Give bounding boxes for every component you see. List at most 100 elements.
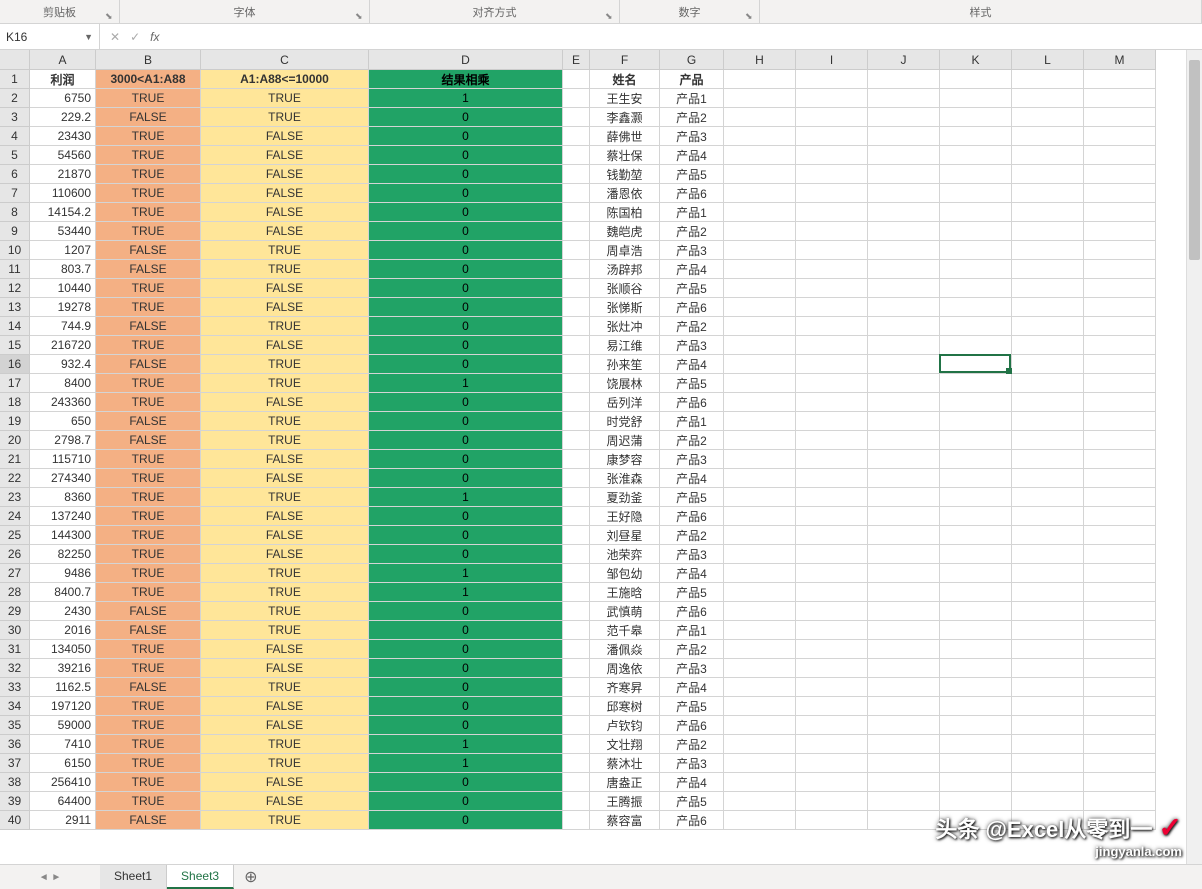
- cell[interactable]: TRUE: [201, 317, 369, 336]
- col-header-H[interactable]: H: [724, 50, 796, 70]
- cell[interactable]: TRUE: [201, 811, 369, 830]
- cell[interactable]: [563, 203, 590, 222]
- cell[interactable]: [1084, 621, 1156, 640]
- row-header-6[interactable]: 6: [0, 165, 30, 184]
- cell[interactable]: 产品6: [660, 811, 724, 830]
- cell[interactable]: [796, 279, 868, 298]
- cell[interactable]: [796, 260, 868, 279]
- row-header-40[interactable]: 40: [0, 811, 30, 830]
- cell[interactable]: [1084, 792, 1156, 811]
- header-cell-I[interactable]: [796, 70, 868, 89]
- cell[interactable]: [868, 412, 940, 431]
- cell[interactable]: 王施晗: [590, 583, 660, 602]
- cell[interactable]: 8400.7: [30, 583, 96, 602]
- cell[interactable]: 0: [369, 260, 563, 279]
- sheet-tab-Sheet3[interactable]: Sheet3: [167, 865, 234, 889]
- cell[interactable]: [1012, 317, 1084, 336]
- cell[interactable]: FALSE: [96, 241, 201, 260]
- cell[interactable]: [796, 450, 868, 469]
- row-header-18[interactable]: 18: [0, 393, 30, 412]
- cell[interactable]: [563, 773, 590, 792]
- col-header-L[interactable]: L: [1012, 50, 1084, 70]
- cell[interactable]: [724, 526, 796, 545]
- cell[interactable]: [868, 735, 940, 754]
- cell[interactable]: 钱勤堃: [590, 165, 660, 184]
- cell[interactable]: 王腾振: [590, 792, 660, 811]
- cell[interactable]: [796, 184, 868, 203]
- cell[interactable]: TRUE: [201, 412, 369, 431]
- cell[interactable]: 饶展林: [590, 374, 660, 393]
- cell[interactable]: TRUE: [201, 488, 369, 507]
- cell[interactable]: FALSE: [96, 260, 201, 279]
- row-header-21[interactable]: 21: [0, 450, 30, 469]
- cell[interactable]: 周逸依: [590, 659, 660, 678]
- cell[interactable]: [1084, 374, 1156, 393]
- cell[interactable]: 8400: [30, 374, 96, 393]
- cell[interactable]: [1012, 678, 1084, 697]
- cell[interactable]: [868, 811, 940, 830]
- row-header-17[interactable]: 17: [0, 374, 30, 393]
- cell[interactable]: 0: [369, 393, 563, 412]
- cell[interactable]: 64400: [30, 792, 96, 811]
- cell[interactable]: TRUE: [96, 659, 201, 678]
- cells-container[interactable]: 利润3000<A1:A88A1:A88<=10000结果相乘姓名产品6750TR…: [30, 70, 1156, 830]
- cell[interactable]: 115710: [30, 450, 96, 469]
- cell[interactable]: [1012, 279, 1084, 298]
- cell[interactable]: [940, 108, 1012, 127]
- cell[interactable]: [1084, 735, 1156, 754]
- cell[interactable]: 1: [369, 754, 563, 773]
- cell[interactable]: 0: [369, 507, 563, 526]
- cell[interactable]: FALSE: [96, 678, 201, 697]
- cell[interactable]: 803.7: [30, 260, 96, 279]
- cell[interactable]: [1084, 108, 1156, 127]
- cell[interactable]: [1084, 146, 1156, 165]
- cell[interactable]: [940, 526, 1012, 545]
- cell[interactable]: 池荣弈: [590, 545, 660, 564]
- cell[interactable]: [940, 203, 1012, 222]
- cell[interactable]: 王生安: [590, 89, 660, 108]
- cell[interactable]: [796, 640, 868, 659]
- cell[interactable]: [724, 203, 796, 222]
- cell[interactable]: [1012, 355, 1084, 374]
- cell[interactable]: [563, 184, 590, 203]
- cell[interactable]: [796, 222, 868, 241]
- cell[interactable]: [1012, 165, 1084, 184]
- cell[interactable]: 王好隐: [590, 507, 660, 526]
- cell[interactable]: 39216: [30, 659, 96, 678]
- col-header-K[interactable]: K: [940, 50, 1012, 70]
- cell[interactable]: [563, 279, 590, 298]
- cell[interactable]: [940, 488, 1012, 507]
- cell[interactable]: [724, 583, 796, 602]
- cell[interactable]: [940, 640, 1012, 659]
- row-header-30[interactable]: 30: [0, 621, 30, 640]
- col-header-J[interactable]: J: [868, 50, 940, 70]
- cell[interactable]: TRUE: [96, 184, 201, 203]
- cell[interactable]: 19278: [30, 298, 96, 317]
- cell[interactable]: [1012, 146, 1084, 165]
- cell[interactable]: [868, 621, 940, 640]
- cell[interactable]: FALSE: [201, 298, 369, 317]
- cell[interactable]: 54560: [30, 146, 96, 165]
- cell[interactable]: [724, 811, 796, 830]
- cell[interactable]: FALSE: [96, 412, 201, 431]
- header-cell-J[interactable]: [868, 70, 940, 89]
- header-cell-F[interactable]: 姓名: [590, 70, 660, 89]
- cell[interactable]: [724, 431, 796, 450]
- cell[interactable]: 0: [369, 336, 563, 355]
- cell[interactable]: [796, 469, 868, 488]
- cell[interactable]: 产品5: [660, 792, 724, 811]
- row-header-26[interactable]: 26: [0, 545, 30, 564]
- cell[interactable]: 齐寒昇: [590, 678, 660, 697]
- cell[interactable]: 134050: [30, 640, 96, 659]
- cell[interactable]: TRUE: [201, 89, 369, 108]
- cell[interactable]: [724, 298, 796, 317]
- cell[interactable]: [1084, 260, 1156, 279]
- cell[interactable]: 产品3: [660, 545, 724, 564]
- cell[interactable]: 产品6: [660, 393, 724, 412]
- cell[interactable]: 产品2: [660, 640, 724, 659]
- cell[interactable]: TRUE: [96, 127, 201, 146]
- cell[interactable]: TRUE: [201, 735, 369, 754]
- row-header-28[interactable]: 28: [0, 583, 30, 602]
- cell[interactable]: 14154.2: [30, 203, 96, 222]
- cell[interactable]: [724, 469, 796, 488]
